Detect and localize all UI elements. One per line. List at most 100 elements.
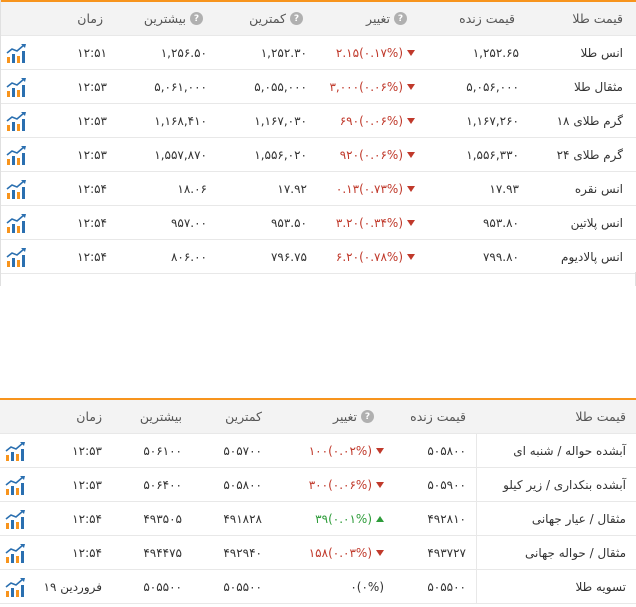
change-value: ۶۹۰ [339, 113, 360, 128]
row-change: (۰.۰۶%) ۳,۰۰۰ [317, 70, 421, 103]
row-high: ۴۹۴۴۷۵ [143, 545, 182, 560]
header-live: قیمت زنده [459, 11, 515, 26]
help-icon[interactable]: ? [190, 12, 203, 25]
row-time: ۱۲:۵۴ [77, 249, 107, 264]
row-chart-link[interactable] [1, 70, 37, 103]
row-name: انس نقره [574, 181, 623, 196]
row-chart-link[interactable] [1, 206, 37, 239]
change-value: ۰.۱۳ [335, 181, 360, 196]
change-value: ۶.۲۰ [335, 249, 360, 264]
row-time: ۱۲:۵۴ [72, 511, 102, 526]
row-name: مثقال طلا [573, 79, 623, 94]
row-low: ۵,۰۵۵,۰۰۰ [254, 79, 307, 94]
change-percent: (۰.۱۷%) [359, 45, 403, 60]
change-value: ۱۰۰ [308, 443, 329, 458]
row-chart-link[interactable] [0, 502, 36, 535]
change-percent: (۰.۰۶%) [328, 477, 372, 492]
row-high: ۵۰۵۵۰۰ [143, 579, 182, 594]
row-high: ۵۰۶۴۰۰ [143, 477, 182, 492]
trend-chart-icon[interactable] [4, 440, 26, 462]
change-value: ۹۲۰ [339, 147, 360, 162]
header-change-label: تغییر [366, 11, 390, 26]
row-live-price: ۷۹۹.۸۰ [482, 249, 519, 264]
header-time: زمان [76, 409, 102, 424]
table-row: آبشده بنکداری / زیر کیلو ۵۰۵۹۰۰ (۰.۰۶%) ۳۰۰… [0, 468, 636, 502]
header-change: تغییر ? [272, 400, 390, 433]
trend-chart-icon[interactable] [5, 76, 27, 98]
row-chart-link[interactable] [0, 468, 36, 501]
row-chart-link[interactable] [0, 434, 36, 467]
help-icon[interactable]: ? [290, 12, 303, 25]
bullion-price-table: قیمت طلا قیمت زنده تغییر ? کمترین بیشتری… [0, 398, 636, 604]
change-value: ۳.۲۰ [335, 215, 360, 230]
trend-chart-icon[interactable] [5, 144, 27, 166]
change-percent: (۰.۷۳%) [359, 181, 403, 196]
help-icon[interactable]: ? [394, 12, 407, 25]
help-icon[interactable]: ? [361, 410, 374, 423]
row-chart-link[interactable] [1, 138, 37, 171]
down-arrow-icon [407, 185, 415, 192]
trend-chart-icon[interactable] [5, 178, 27, 200]
row-low: ۵۰۵۵۰۰ [223, 579, 262, 594]
row-change: (۰.۳۴%) ۳.۲۰ [317, 206, 421, 239]
row-name: تسویه طلا [476, 570, 636, 603]
trend-chart-icon[interactable] [5, 110, 27, 132]
trend-chart-icon[interactable] [4, 508, 26, 530]
row-low: ۵۰۵۸۰۰ [223, 477, 262, 492]
change-value: ۲.۱۵ [335, 45, 360, 60]
row-time: ۱۹ فروردین [43, 579, 102, 594]
row-low: ۷۹۶.۷۵ [270, 249, 307, 264]
trend-chart-icon[interactable] [4, 474, 26, 496]
row-low: ۱۷.۹۲ [277, 181, 307, 196]
table-row: گرم طلای ۲۴ ۱,۵۵۶,۳۳۰ (۰.۰۶%) ۹۲۰ ۱,۵۵۶,۰۲۰ ۱… [1, 138, 636, 172]
change-percent: (۰.۰۶%) [359, 79, 403, 94]
change-percent: (۰%) [356, 579, 384, 594]
trend-chart-icon[interactable] [4, 542, 26, 564]
change-percent: (۰.۰۶%) [359, 113, 403, 128]
change-percent: (۰.۳۴%) [359, 215, 403, 230]
row-high: ۹۵۷.۰۰ [170, 215, 207, 230]
row-name: آبشده بنکداری / زیر کیلو [476, 468, 636, 501]
row-name: گرم طلای ۲۴ [556, 147, 623, 162]
row-live-price: ۵,۰۵۶,۰۰۰ [466, 79, 519, 94]
row-low: ۴۹۱۸۲۸ [223, 511, 262, 526]
row-name: آبشده حواله / شنبه ای [476, 434, 636, 467]
row-live-price: ۴۹۲۸۱۰ [427, 511, 466, 526]
row-low: ۱,۵۵۶,۰۲۰ [254, 147, 307, 162]
table-row: مثقال / عیار جهانی ۴۹۲۸۱۰ (۰.۰۱%) ۳۹ ۴۹۱۸۲۸ ۴… [0, 502, 636, 536]
change-percent: (۰.۰۳%) [328, 545, 372, 560]
row-chart-link[interactable] [0, 536, 36, 569]
row-chart-link[interactable] [1, 104, 37, 137]
down-arrow-icon [407, 83, 415, 90]
row-chart-link[interactable] [0, 570, 36, 603]
trend-chart-icon[interactable] [5, 212, 27, 234]
table-row: انس طلا ۱,۲۵۲.۶۵ (۰.۱۷%) ۲.۱۵ ۱,۲۵۲.۳۰ ۱,۲۵۶.… [1, 36, 636, 70]
row-time: ۱۲:۵۳ [72, 443, 102, 458]
table-row: مثقال طلا ۵,۰۵۶,۰۰۰ (۰.۰۶%) ۳,۰۰۰ ۵,۰۵۵,۰۰۰ ۵… [1, 70, 636, 104]
row-chart-link[interactable] [1, 240, 37, 273]
row-high: ۱,۵۵۷,۸۷۰ [154, 147, 207, 162]
table-row: آبشده حواله / شنبه ای ۵۰۵۸۰۰ (۰.۰۲%) ۱۰۰ ۵۰۵… [0, 434, 636, 468]
change-value: ۰ [350, 579, 357, 594]
row-time: ۱۲:۵۴ [77, 181, 107, 196]
down-arrow-icon [376, 481, 384, 488]
trend-chart-icon[interactable] [4, 576, 26, 598]
row-name: انس پلاتین [570, 215, 623, 230]
down-arrow-icon [407, 117, 415, 124]
row-low: ۹۵۳.۵۰ [270, 215, 307, 230]
trend-chart-icon[interactable] [5, 246, 27, 268]
row-name: مثقال / حواله جهانی [476, 536, 636, 569]
down-arrow-icon [407, 151, 415, 158]
header-low-label: کمترین [249, 11, 286, 26]
down-arrow-icon [407, 253, 415, 260]
header-live: قیمت زنده [410, 409, 466, 424]
trend-chart-icon[interactable] [5, 42, 27, 64]
row-live-price: ۵۰۵۵۰۰ [427, 579, 466, 594]
row-chart-link[interactable] [1, 172, 37, 205]
change-percent: (۰.۰۶%) [359, 147, 403, 162]
change-value: ۱۵۸ [308, 545, 329, 560]
table-row: انس پلاتین ۹۵۳.۸۰ (۰.۳۴%) ۳.۲۰ ۹۵۳.۵۰ ۹۵۷.۰۰ ۱… [1, 206, 636, 240]
row-time: ۱۲:۵۳ [77, 113, 107, 128]
row-high: ۱۸.۰۶ [177, 181, 207, 196]
row-chart-link[interactable] [1, 36, 37, 69]
